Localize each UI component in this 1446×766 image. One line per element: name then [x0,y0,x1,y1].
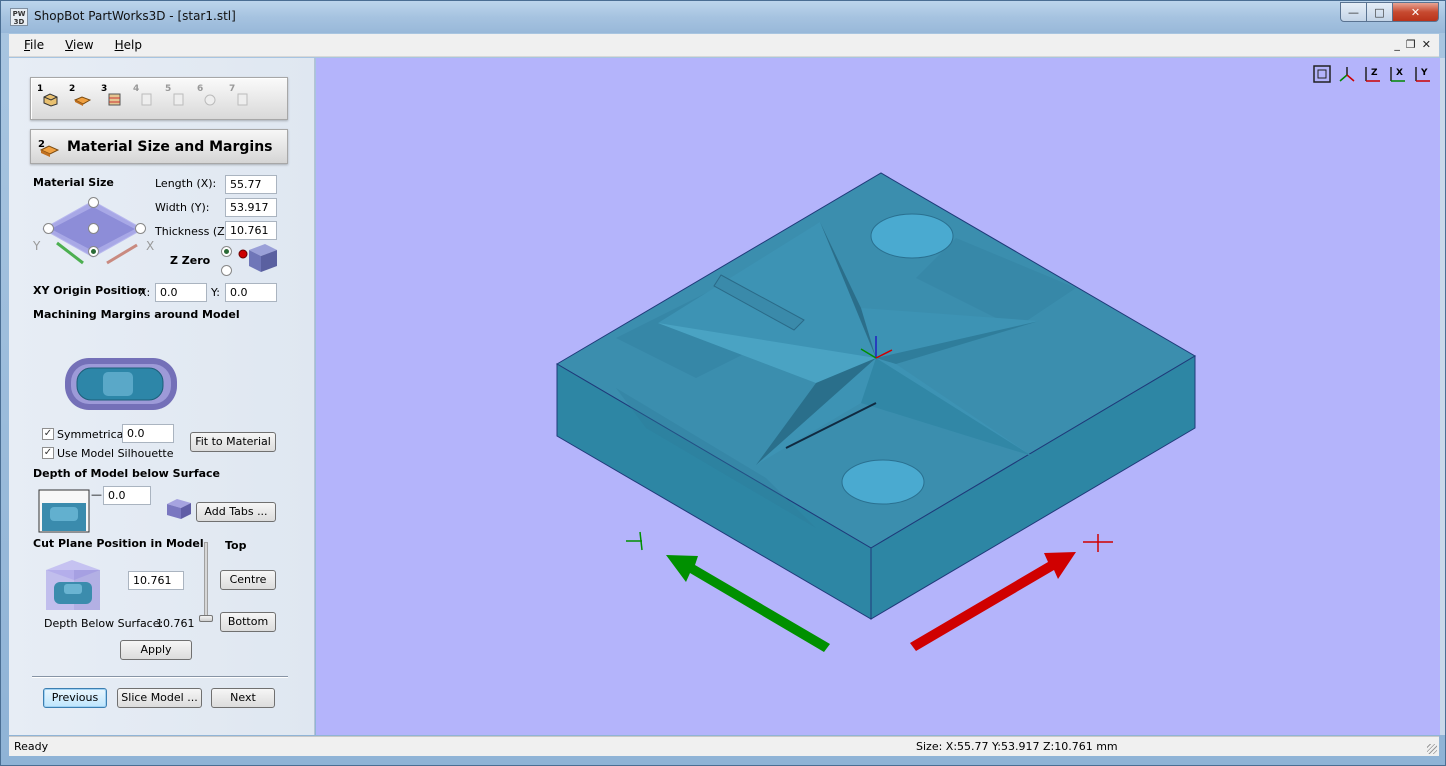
silhouette-label: Use Model Silhouette [57,447,174,460]
fit-to-material-button[interactable]: Fit to Material [190,432,276,452]
wizard-panel: 1 2 3 4 5 6 7 2 Material Size and Margin… [9,58,315,735]
depth-input[interactable] [103,486,151,505]
silhouette-checkbox[interactable]: ✓ [42,447,54,459]
step5-icon [173,93,184,106]
maximize-button[interactable]: □ [1367,2,1393,22]
width-label: Width (Y): [155,201,210,214]
z-zero-icon [238,244,277,272]
panel-divider [32,676,288,678]
3d-viewport[interactable]: Z X Y [316,58,1440,735]
depth-dash: — [91,488,102,501]
step6-icon [204,94,216,106]
origin-radio-right[interactable] [135,223,146,234]
mdi-restore-button[interactable]: ❐ [1406,38,1416,51]
section-header: 2 Material Size and Margins [30,129,288,164]
step-5-button[interactable]: 5 [165,84,190,111]
mdi-minimize-button[interactable]: _ [1394,38,1400,51]
depth-below-surface-value: 10.761 [156,617,195,630]
mdi-close-button[interactable]: ✕ [1422,38,1431,51]
cut-plane-slider-track[interactable] [204,542,208,622]
cut-plane-heading: Cut Plane Position in Model [33,537,204,550]
tab-block-icon [167,499,191,519]
caption-buttons: — □ ✕ [1340,2,1439,22]
axis-y-label: Y [33,239,41,253]
step-3-button[interactable]: 3 [101,84,126,111]
material-size-icon: 2 [38,139,60,157]
step4-icon [141,93,152,106]
close-button[interactable]: ✕ [1393,2,1439,22]
car-silhouette-preview [65,358,177,410]
cut-plane-slider-thumb[interactable] [199,615,213,622]
add-tabs-button[interactable]: Add Tabs ... [196,502,276,522]
symmetrical-checkbox[interactable]: ✓ [42,428,54,440]
next-button[interactable]: Next [211,688,275,708]
apply-button[interactable]: Apply [120,640,192,660]
origin-radio-left[interactable] [43,223,54,234]
menu-view[interactable]: View [51,38,100,52]
window-title: ShopBot PartWorks3D - [star1.stl] [34,9,236,23]
cut-plane-preview [46,560,100,610]
size-readout: Size: X:55.77 Y:53.917 Z:10.761 mm [916,740,1118,753]
symmetrical-label: Symmetrical [57,428,127,441]
app-window: PW 3D ShopBot PartWorks3D - [star1.stl] —… [0,0,1446,766]
menu-file[interactable]: File [9,38,51,52]
slice-model-button[interactable]: Slice Model ... [117,688,202,708]
window-edge [1440,58,1445,735]
step-toolbar: 1 2 3 4 5 6 7 [30,77,288,120]
centre-button[interactable]: Centre [220,570,276,590]
margin-input[interactable] [122,424,174,443]
step-6-button[interactable]: 6 [197,84,222,111]
bottom-button[interactable]: Bottom [220,612,276,632]
title-bar[interactable]: PW 3D ShopBot PartWorks3D - [star1.stl] —… [1,1,1445,33]
length-input[interactable] [225,175,277,194]
depth-preview [38,489,90,533]
step-4-button[interactable]: 4 [133,84,158,111]
z-zero-bottom-radio[interactable] [221,265,232,276]
step-7-button[interactable]: 7 [229,84,254,111]
origin-x-input[interactable] [155,283,207,302]
origin-y-input[interactable] [225,283,277,302]
depth-below-surface-label: Depth Below Surface: [44,617,164,630]
axis-x-label: X [146,239,155,253]
app-icon[interactable]: PW 3D [10,8,28,26]
origin-x-label: X: [139,286,151,299]
depth-heading: Depth of Model below Surface [33,467,221,480]
box-icon [43,93,58,107]
z-zero-top-radio[interactable] [221,246,232,257]
minimize-button[interactable]: — [1340,2,1367,22]
material-size-heading: Material Size [33,176,114,189]
width-input[interactable] [225,198,277,217]
status-text: Ready [14,740,49,753]
origin-radio-center[interactable] [88,223,99,234]
model-render [556,172,1196,652]
origin-y-label: Y: [211,286,220,299]
cut-plane-input[interactable] [128,571,184,590]
origin-radio-top[interactable] [88,197,99,208]
menu-help[interactable]: Help [101,38,149,52]
length-label: Length (X): [155,177,217,190]
status-bar: Ready Size: X:55.77 Y:53.917 Z:10.761 mm [9,736,1439,756]
thickness-label: Thickness (Z): [155,225,233,238]
mount-hole-top [870,213,954,259]
section-title: Material Size and Margins [67,139,273,155]
z-zero-label: Z Zero [170,254,211,267]
step-1-button[interactable]: 1 [37,84,62,111]
margins-heading: Machining Margins around Model [33,308,240,321]
step-2-button[interactable]: 2 [69,84,94,111]
top-label: Top [225,539,247,552]
menu-bar: File View Help _ ❐ ✕ [9,34,1439,57]
resize-grip[interactable] [1427,744,1437,754]
step7-icon [237,93,248,106]
slice-icon [108,93,121,106]
material-size-icon [74,96,91,106]
mount-hole-bottom [841,459,925,505]
thickness-input[interactable] [225,221,277,240]
mdi-buttons: _ ❐ ✕ [1394,38,1431,51]
previous-button[interactable]: Previous [43,688,107,708]
xy-origin-label: XY Origin Position [33,284,146,297]
origin-radio-bottom[interactable] [88,246,99,257]
